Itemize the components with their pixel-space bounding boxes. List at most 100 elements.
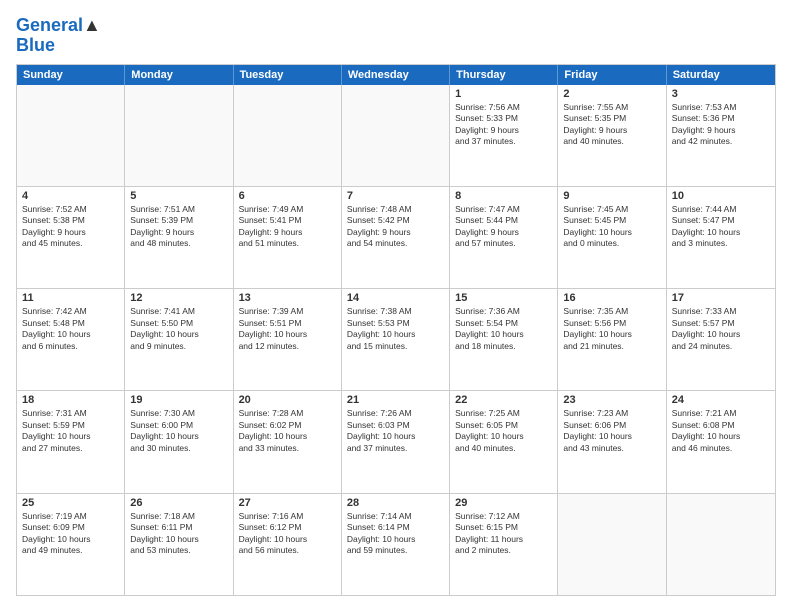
day-number: 25: [22, 497, 119, 509]
day-info: Sunrise: 7:56 AM Sunset: 5:33 PM Dayligh…: [455, 102, 552, 148]
day-number: 9: [563, 190, 660, 202]
day-number: 17: [672, 292, 770, 304]
cal-header-day: Sunday: [17, 65, 125, 85]
day-number: 22: [455, 394, 552, 406]
day-number: 16: [563, 292, 660, 304]
calendar-row: 25 Sunrise: 7:19 AM Sunset: 6:09 PM Dayli…: [17, 493, 775, 595]
day-number: 28: [347, 497, 444, 509]
day-info: Sunrise: 7:38 AM Sunset: 5:53 PM Dayligh…: [347, 306, 444, 352]
cal-header-day: Wednesday: [342, 65, 450, 85]
day-info: Sunrise: 7:35 AM Sunset: 5:56 PM Dayligh…: [563, 306, 660, 352]
day-info: Sunrise: 7:41 AM Sunset: 5:50 PM Dayligh…: [130, 306, 227, 352]
day-number: 6: [239, 190, 336, 202]
cal-header-day: Monday: [125, 65, 233, 85]
day-info: Sunrise: 7:44 AM Sunset: 5:47 PM Dayligh…: [672, 204, 770, 250]
logo-text2: Blue: [16, 36, 55, 56]
calendar-row: 18 Sunrise: 7:31 AM Sunset: 5:59 PM Dayli…: [17, 390, 775, 492]
calendar-cell: [17, 85, 125, 186]
calendar-cell: 18 Sunrise: 7:31 AM Sunset: 5:59 PM Dayli…: [17, 391, 125, 492]
day-number: 27: [239, 497, 336, 509]
calendar-cell: 6 Sunrise: 7:49 AM Sunset: 5:41 PM Daylig…: [234, 187, 342, 288]
day-info: Sunrise: 7:26 AM Sunset: 6:03 PM Dayligh…: [347, 408, 444, 454]
day-number: 11: [22, 292, 119, 304]
calendar-cell: 16 Sunrise: 7:35 AM Sunset: 5:56 PM Dayli…: [558, 289, 666, 390]
day-number: 2: [563, 88, 660, 100]
calendar-cell: [558, 494, 666, 595]
day-info: Sunrise: 7:42 AM Sunset: 5:48 PM Dayligh…: [22, 306, 119, 352]
calendar-cell: 5 Sunrise: 7:51 AM Sunset: 5:39 PM Daylig…: [125, 187, 233, 288]
cal-header-day: Friday: [558, 65, 666, 85]
calendar-cell: 19 Sunrise: 7:30 AM Sunset: 6:00 PM Dayli…: [125, 391, 233, 492]
day-number: 21: [347, 394, 444, 406]
calendar-cell: 27Sunrise: 7:16 AM Sunset: 6:12 PM Dayli…: [234, 494, 342, 595]
day-number: 13: [239, 292, 336, 304]
day-info: Sunrise: 7:49 AM Sunset: 5:41 PM Dayligh…: [239, 204, 336, 250]
calendar-cell: 15 Sunrise: 7:36 AM Sunset: 5:54 PM Dayli…: [450, 289, 558, 390]
day-number: 15: [455, 292, 552, 304]
day-number: 23: [563, 394, 660, 406]
calendar-cell: 20 Sunrise: 7:28 AM Sunset: 6:02 PM Dayli…: [234, 391, 342, 492]
cal-header-day: Saturday: [667, 65, 775, 85]
calendar-row: 4Sunrise: 7:52 AM Sunset: 5:38 PM Daylig…: [17, 186, 775, 288]
day-info: Sunrise: 7:47 AM Sunset: 5:44 PM Dayligh…: [455, 204, 552, 250]
cal-header-day: Thursday: [450, 65, 558, 85]
day-number: 24: [672, 394, 770, 406]
calendar-cell: 29 Sunrise: 7:12 AM Sunset: 6:15 PM Dayli…: [450, 494, 558, 595]
header: General▲ Blue: [16, 16, 776, 56]
day-info: Sunrise: 7:51 AM Sunset: 5:39 PM Dayligh…: [130, 204, 227, 250]
calendar-cell: 1 Sunrise: 7:56 AM Sunset: 5:33 PM Daylig…: [450, 85, 558, 186]
calendar-cell: 3Sunrise: 7:53 AM Sunset: 5:36 PM Daylig…: [667, 85, 775, 186]
calendar-cell: 17Sunrise: 7:33 AM Sunset: 5:57 PM Dayli…: [667, 289, 775, 390]
day-info: Sunrise: 7:30 AM Sunset: 6:00 PM Dayligh…: [130, 408, 227, 454]
calendar-cell: [234, 85, 342, 186]
calendar-cell: 13 Sunrise: 7:39 AM Sunset: 5:51 PM Dayli…: [234, 289, 342, 390]
day-info: Sunrise: 7:12 AM Sunset: 6:15 PM Dayligh…: [455, 511, 552, 557]
day-info: Sunrise: 7:48 AM Sunset: 5:42 PM Dayligh…: [347, 204, 444, 250]
calendar-cell: 11 Sunrise: 7:42 AM Sunset: 5:48 PM Dayli…: [17, 289, 125, 390]
calendar-cell: [125, 85, 233, 186]
calendar-cell: 8 Sunrise: 7:47 AM Sunset: 5:44 PM Daylig…: [450, 187, 558, 288]
day-number: 8: [455, 190, 552, 202]
calendar-header: SundayMondayTuesdayWednesdayThursdayFrid…: [17, 65, 775, 85]
calendar-body: 1 Sunrise: 7:56 AM Sunset: 5:33 PM Daylig…: [17, 85, 775, 595]
page: General▲ Blue SundayMondayTuesdayWednesd…: [0, 0, 792, 612]
day-info: Sunrise: 7:23 AM Sunset: 6:06 PM Dayligh…: [563, 408, 660, 454]
calendar-cell: 25 Sunrise: 7:19 AM Sunset: 6:09 PM Dayli…: [17, 494, 125, 595]
calendar-cell: 7 Sunrise: 7:48 AM Sunset: 5:42 PM Daylig…: [342, 187, 450, 288]
day-number: 19: [130, 394, 227, 406]
day-number: 1: [455, 88, 552, 100]
day-info: Sunrise: 7:21 AM Sunset: 6:08 PM Dayligh…: [672, 408, 770, 454]
calendar-cell: 10 Sunrise: 7:44 AM Sunset: 5:47 PM Dayli…: [667, 187, 775, 288]
day-number: 20: [239, 394, 336, 406]
day-number: 5: [130, 190, 227, 202]
day-info: Sunrise: 7:39 AM Sunset: 5:51 PM Dayligh…: [239, 306, 336, 352]
calendar-cell: 12 Sunrise: 7:41 AM Sunset: 5:50 PM Dayli…: [125, 289, 233, 390]
calendar-cell: 9 Sunrise: 7:45 AM Sunset: 5:45 PM Daylig…: [558, 187, 666, 288]
day-number: 26: [130, 497, 227, 509]
day-number: 7: [347, 190, 444, 202]
day-number: 12: [130, 292, 227, 304]
day-info: Sunrise: 7:25 AM Sunset: 6:05 PM Dayligh…: [455, 408, 552, 454]
day-info: Sunrise: 7:18 AM Sunset: 6:11 PM Dayligh…: [130, 511, 227, 557]
day-info: Sunrise: 7:55 AM Sunset: 5:35 PM Dayligh…: [563, 102, 660, 148]
cal-header-day: Tuesday: [234, 65, 342, 85]
calendar-cell: 4Sunrise: 7:52 AM Sunset: 5:38 PM Daylig…: [17, 187, 125, 288]
calendar-cell: 26 Sunrise: 7:18 AM Sunset: 6:11 PM Dayli…: [125, 494, 233, 595]
calendar-cell: 22 Sunrise: 7:25 AM Sunset: 6:05 PM Dayli…: [450, 391, 558, 492]
day-info: Sunrise: 7:31 AM Sunset: 5:59 PM Dayligh…: [22, 408, 119, 454]
day-info: Sunrise: 7:28 AM Sunset: 6:02 PM Dayligh…: [239, 408, 336, 454]
calendar-cell: 28 Sunrise: 7:14 AM Sunset: 6:14 PM Dayli…: [342, 494, 450, 595]
calendar-cell: 23 Sunrise: 7:23 AM Sunset: 6:06 PM Dayli…: [558, 391, 666, 492]
day-info: Sunrise: 7:36 AM Sunset: 5:54 PM Dayligh…: [455, 306, 552, 352]
calendar-cell: [342, 85, 450, 186]
calendar-cell: 2 Sunrise: 7:55 AM Sunset: 5:35 PM Daylig…: [558, 85, 666, 186]
calendar-cell: 24 Sunrise: 7:21 AM Sunset: 6:08 PM Dayli…: [667, 391, 775, 492]
day-info: Sunrise: 7:14 AM Sunset: 6:14 PM Dayligh…: [347, 511, 444, 557]
day-info: Sunrise: 7:45 AM Sunset: 5:45 PM Dayligh…: [563, 204, 660, 250]
day-number: 18: [22, 394, 119, 406]
calendar-cell: [667, 494, 775, 595]
day-info: Sunrise: 7:19 AM Sunset: 6:09 PM Dayligh…: [22, 511, 119, 557]
day-number: 10: [672, 190, 770, 202]
day-number: 29: [455, 497, 552, 509]
calendar-row: 1 Sunrise: 7:56 AM Sunset: 5:33 PM Daylig…: [17, 85, 775, 186]
